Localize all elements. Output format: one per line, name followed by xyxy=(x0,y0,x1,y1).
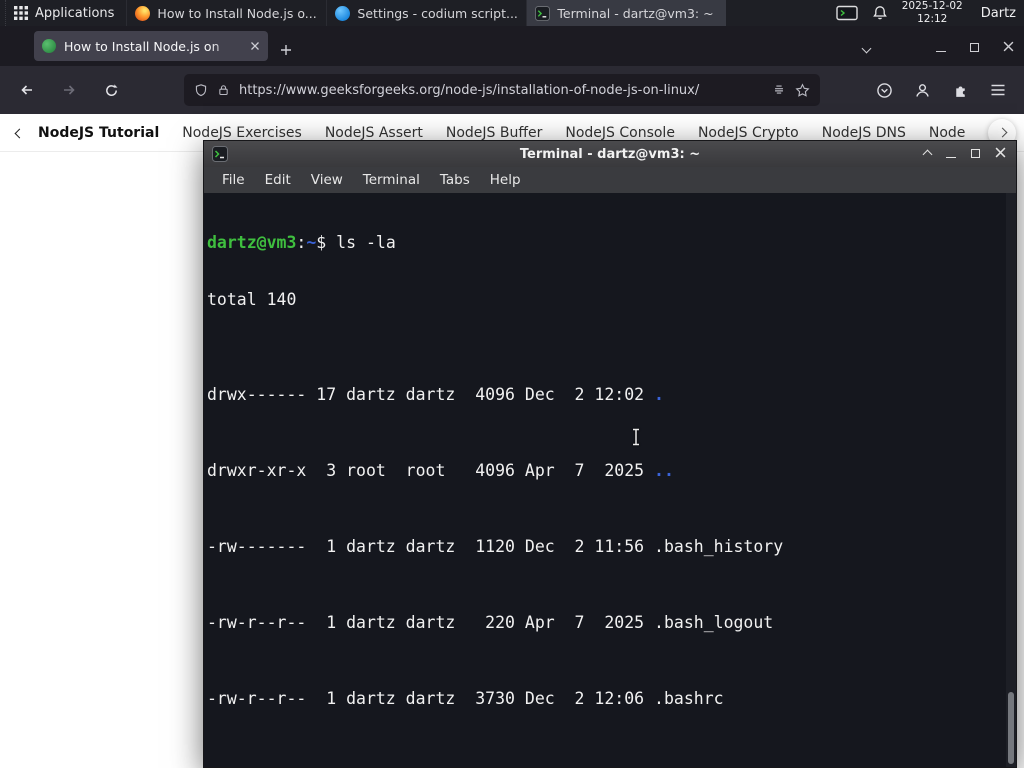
terminal-window: Terminal - dartz@vm3: ~ File Edit View T… xyxy=(203,140,1017,768)
systray-terminal-icon[interactable] xyxy=(836,5,858,21)
taskbar-item-codium[interactable]: Settings - codium script... xyxy=(326,0,526,26)
total-line: total 140 xyxy=(207,290,297,309)
terminal-scrollbar[interactable] xyxy=(1006,193,1016,767)
toolbar-right-icons xyxy=(876,82,1010,99)
shade-button[interactable] xyxy=(922,147,933,162)
system-tray: 2025-12-02 12:12 Dartz xyxy=(836,0,1024,26)
terminal-minimize-button[interactable] xyxy=(946,147,956,162)
command-text: ls -la xyxy=(326,233,396,252)
file-row: drwxr-xr-x 10 dartz dartz 4096 Dec 2 12:… xyxy=(207,765,1004,767)
terminal-window-controls xyxy=(922,147,1008,162)
notification-bell-icon[interactable] xyxy=(872,5,888,21)
clock-time: 12:12 xyxy=(917,13,948,25)
prompt-dollar: $ xyxy=(316,233,327,252)
top-panel: Applications How to Install Node.js o...… xyxy=(0,0,1024,26)
taskbar-item-firefox[interactable]: How to Install Node.js o... xyxy=(126,0,326,26)
clock-date: 2025-12-02 xyxy=(901,0,963,13)
file-row: drwx------ 17 dartz dartz 4096 Dec 2 12:… xyxy=(207,385,664,404)
panel-handle xyxy=(0,0,6,26)
prompt-user: dartz@vm3 xyxy=(207,233,297,252)
nav-item-assert[interactable]: NodeJS Assert xyxy=(325,125,423,141)
menu-tabs[interactable]: Tabs xyxy=(430,172,480,188)
nav-item-exercises[interactable]: NodeJS Exercises xyxy=(182,125,302,141)
codium-icon xyxy=(335,5,351,21)
nav-item-tutorial[interactable]: NodeJS Tutorial xyxy=(38,125,159,141)
tab-title: How to Install Node.js on xyxy=(64,38,220,54)
clock[interactable]: 2025-12-02 12:12 xyxy=(902,0,963,25)
window-close-button[interactable] xyxy=(1003,37,1014,56)
pocket-icon[interactable] xyxy=(876,82,893,99)
taskbar-label: How to Install Node.js o... xyxy=(157,5,317,21)
menu-file[interactable]: File xyxy=(212,172,255,188)
tab-close-icon[interactable] xyxy=(250,41,260,51)
bookmark-star-icon[interactable] xyxy=(795,82,810,98)
browser-tab-bar: How to Install Node.js on xyxy=(0,26,1024,66)
nav-item-truncated[interactable]: Node xyxy=(929,125,966,141)
firefox-icon xyxy=(135,5,151,21)
nav-scroll-left-icon[interactable] xyxy=(14,125,25,141)
file-list: drwx------ 17 dartz dartz 4096 Dec 2 12:… xyxy=(207,347,1004,767)
file-row: -rw------- 1 dartz dartz 1120 Dec 2 11:5… xyxy=(207,537,784,556)
account-icon[interactable] xyxy=(914,82,931,99)
menu-terminal[interactable]: Terminal xyxy=(353,172,430,188)
terminal-menubar: File Edit View Terminal Tabs Help xyxy=(204,167,1016,193)
taskbar-label: Terminal - dartz@vm3: ~ xyxy=(557,5,714,21)
prompt-colon: : xyxy=(296,233,307,252)
desktop: Applications How to Install Node.js o...… xyxy=(0,0,1024,768)
prompt-line: dartz@vm3:~$ ls -la xyxy=(207,233,1004,252)
new-tab-button[interactable] xyxy=(280,44,292,56)
taskbar-label: Settings - codium script... xyxy=(357,5,518,21)
menu-view[interactable]: View xyxy=(301,172,353,188)
list-all-tabs-icon[interactable] xyxy=(861,37,872,56)
menu-help[interactable]: Help xyxy=(480,172,531,188)
user-label[interactable]: Dartz xyxy=(977,6,1016,21)
prompt-path: ~ xyxy=(306,233,317,252)
url-bar[interactable]: https://www.geeksforgeeks.org/node-js/in… xyxy=(184,74,820,106)
tracking-protection-shield-icon[interactable] xyxy=(194,83,208,98)
window-maximize-button[interactable] xyxy=(970,37,979,56)
terminal-maximize-button[interactable] xyxy=(971,147,980,162)
window-minimize-button[interactable] xyxy=(936,37,946,56)
nav-item-console[interactable]: NodeJS Console xyxy=(565,125,675,141)
nav-item-dns[interactable]: NodeJS DNS xyxy=(822,125,906,141)
site-favicon xyxy=(42,39,56,53)
nav-item-crypto[interactable]: NodeJS Crypto xyxy=(698,125,799,141)
scrollbar-thumb[interactable] xyxy=(1008,692,1014,764)
nav-item-buffer[interactable]: NodeJS Buffer xyxy=(446,125,543,141)
menu-hamburger-icon[interactable] xyxy=(990,83,1006,97)
url-text: https://www.geeksforgeeks.org/node-js/in… xyxy=(239,82,700,98)
menu-edit[interactable]: Edit xyxy=(255,172,301,188)
applications-label: Applications xyxy=(35,5,115,21)
reader-mode-icon[interactable] xyxy=(772,83,786,97)
terminal-titlebar[interactable]: Terminal - dartz@vm3: ~ xyxy=(204,141,1016,167)
file-row: -rw-r--r-- 1 dartz dartz 3730 Dec 2 12:0… xyxy=(207,689,724,708)
terminal-screen[interactable]: dartz@vm3:~$ ls -la total 140 drwx------… xyxy=(204,193,1016,767)
file-row: drwxr-xr-x 3 root root 4096 Apr 7 2025 .… xyxy=(207,461,674,480)
terminal-title: Terminal - dartz@vm3: ~ xyxy=(519,146,701,162)
reload-button[interactable] xyxy=(98,77,124,103)
window-controls xyxy=(861,26,1014,66)
applications-menu-button[interactable]: Applications xyxy=(6,0,126,26)
lock-icon[interactable] xyxy=(217,83,230,97)
back-button[interactable] xyxy=(14,77,40,103)
file-row: -rw-r--r-- 1 dartz dartz 220 Apr 7 2025 … xyxy=(207,613,774,632)
forward-button[interactable] xyxy=(56,77,82,103)
taskbar-item-terminal[interactable]: Terminal - dartz@vm3: ~ xyxy=(526,0,727,26)
terminal-close-button[interactable] xyxy=(995,147,1006,162)
extensions-puzzle-icon[interactable] xyxy=(952,82,969,99)
window-taskbar: How to Install Node.js o... Settings - c… xyxy=(126,0,727,26)
terminal-icon xyxy=(212,146,228,162)
terminal-icon xyxy=(535,5,551,21)
applications-grid-icon xyxy=(14,6,28,20)
browser-tab[interactable]: How to Install Node.js on xyxy=(34,31,268,61)
browser-toolbar: https://www.geeksforgeeks.org/node-js/in… xyxy=(0,66,1024,114)
